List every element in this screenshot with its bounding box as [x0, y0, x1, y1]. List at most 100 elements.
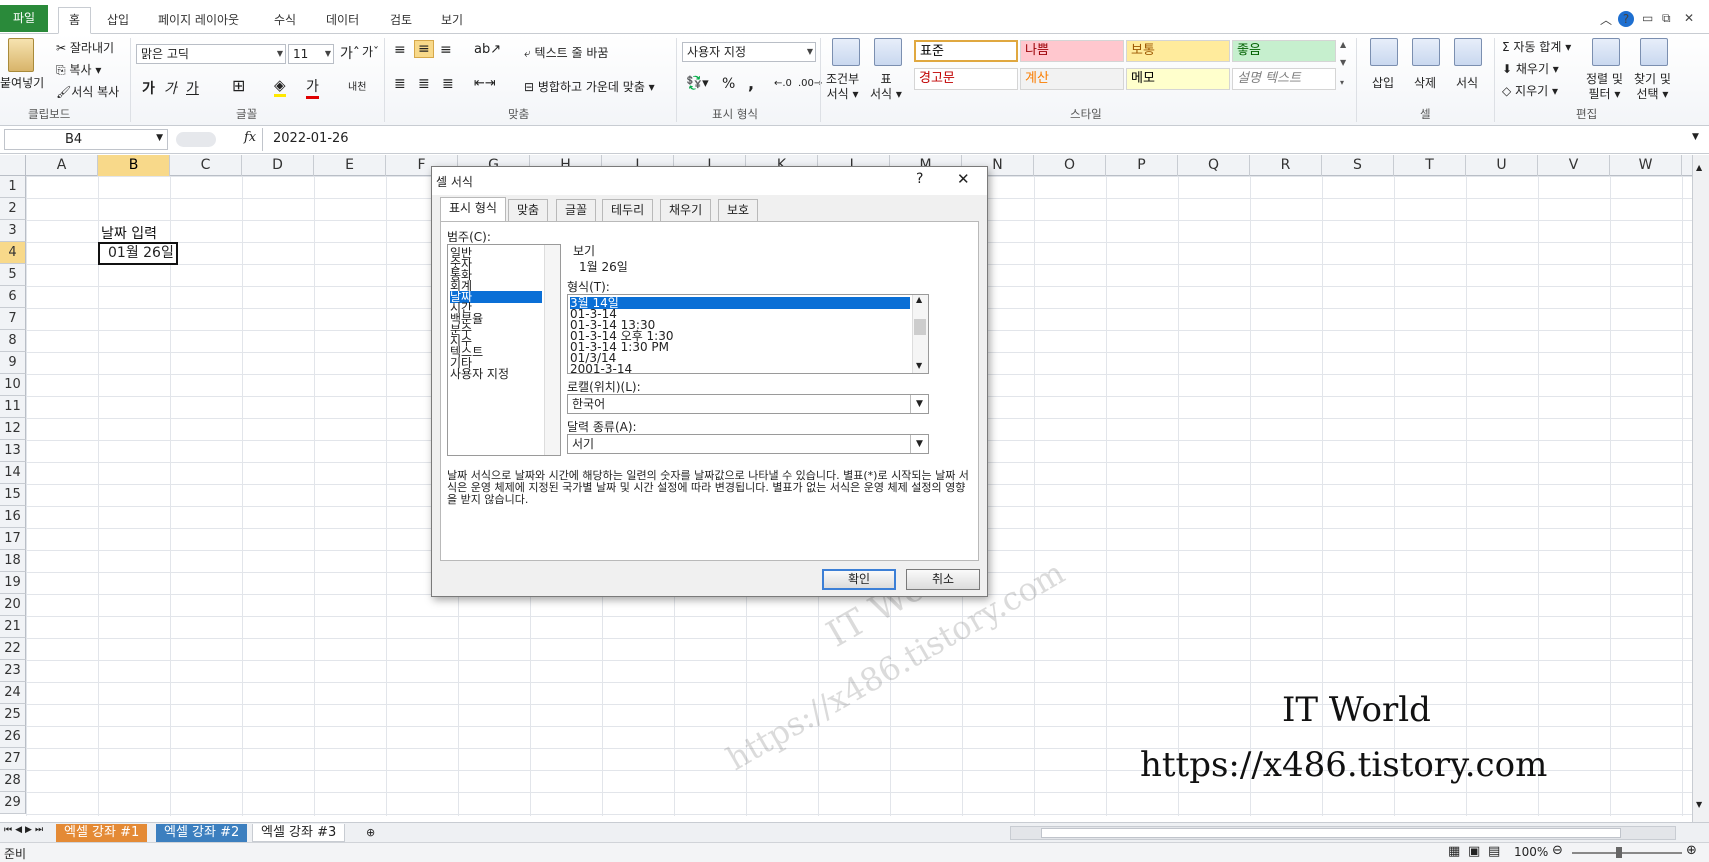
sort-filter-icon[interactable] — [1592, 38, 1620, 66]
select-all-corner[interactable] — [0, 155, 26, 176]
tab-file[interactable]: 파일 — [0, 5, 48, 32]
formula-input[interactable]: 2022-01-26 — [262, 128, 1690, 151]
row-header-29[interactable]: 29 — [0, 792, 26, 814]
ribbon-minimize-icon[interactable]: ︿ — [1600, 11, 1612, 28]
autosum-button[interactable]: Σ 자동 합계 ▾ — [1502, 38, 1571, 55]
indent-icon[interactable]: ⇤⇥ — [474, 76, 496, 91]
row-header-17[interactable]: 17 — [0, 528, 26, 550]
wrap-text-button[interactable]: ⤶ 텍스트 줄 바꿈 — [524, 44, 608, 61]
row-header-2[interactable]: 2 — [0, 198, 26, 220]
format-painter-button[interactable]: 🖌서식 복사 — [56, 83, 119, 100]
zoom-slider-thumb[interactable] — [1616, 847, 1622, 858]
sort-filter-button[interactable]: 정렬 및 필터 ▾ — [1586, 72, 1623, 102]
italic-button[interactable]: 가 — [164, 78, 177, 98]
dialog-tab-protection[interactable]: 보호 — [718, 199, 759, 221]
phonetic-icon[interactable]: 내천 — [348, 78, 366, 93]
comma-button[interactable]: , — [748, 74, 754, 93]
column-header-s[interactable]: S — [1322, 155, 1394, 176]
calendar-combo[interactable]: 서기 ▼ — [567, 434, 929, 454]
grow-font-icon[interactable]: 가ˆ — [340, 43, 360, 63]
gallery-up-icon[interactable]: ▲ — [1340, 40, 1346, 49]
row-header-13[interactable]: 13 — [0, 440, 26, 462]
gallery-down-icon[interactable]: ▼ — [1340, 58, 1346, 67]
help-icon[interactable]: ? — [1618, 11, 1634, 27]
delete-cells-icon[interactable] — [1412, 38, 1440, 66]
row-header-18[interactable]: 18 — [0, 550, 26, 572]
type-scroll-thumb[interactable] — [914, 319, 926, 335]
dialog-tab-fill[interactable]: 채우기 — [660, 199, 712, 221]
sheet-nav-icon[interactable]: ⏮◀▶⏭ — [4, 825, 46, 835]
font-size-combo[interactable]: 11 ▼ — [288, 44, 334, 64]
cell-style-6[interactable]: 메모 — [1126, 68, 1230, 90]
tab-home[interactable]: 홈 — [58, 7, 92, 34]
dialog-help-icon[interactable]: ? — [916, 171, 923, 187]
zoom-out-icon[interactable]: ⊖ — [1552, 843, 1563, 858]
cell-style-7[interactable]: 설명 텍스트 — [1232, 68, 1336, 90]
dialog-tab-number[interactable]: 표시 형식 — [440, 197, 506, 222]
row-header-16[interactable]: 16 — [0, 506, 26, 528]
insert-cells-icon[interactable] — [1370, 38, 1398, 66]
horizontal-scroll-thumb[interactable] — [1041, 828, 1621, 838]
cell-b4-selected[interactable]: 01월 26일 — [98, 242, 178, 265]
font-name-combo[interactable]: 맑은 고딕 ▼ — [136, 44, 286, 64]
cut-button[interactable]: ✂ 잘라내기 — [56, 39, 114, 56]
sheet-tab-3-active[interactable]: 엑셀 강좌 #3 — [252, 824, 346, 842]
increase-decimal-icon[interactable]: ←.0 — [774, 78, 792, 89]
scroll-down-icon[interactable]: ▼ — [1696, 800, 1702, 809]
row-header-7[interactable]: 7 — [0, 308, 26, 330]
dialog-close-icon[interactable]: ✕ — [957, 170, 970, 188]
currency-icon[interactable]: 💱▾ — [686, 76, 709, 91]
horizontal-scrollbar[interactable] — [1010, 826, 1676, 840]
row-header-19[interactable]: 19 — [0, 572, 26, 594]
find-select-icon[interactable] — [1640, 38, 1668, 66]
category-listbox[interactable]: 일반 숫자 통화 회계 날짜 시간 백분율 분수 지수 텍스트 기타 사용자 지정 — [447, 244, 561, 456]
column-header-e[interactable]: E — [314, 155, 386, 176]
fill-button[interactable]: ⬇ 채우기 ▾ — [1502, 60, 1559, 77]
column-header-q[interactable]: Q — [1178, 155, 1250, 176]
window-minimize-icon[interactable]: ▭ — [1642, 11, 1653, 25]
type-scrollbar[interactable]: ▲ ▼ — [912, 295, 928, 373]
border-icon[interactable]: ⊞ — [232, 76, 245, 95]
zoom-level[interactable]: 100% — [1514, 845, 1548, 859]
column-header-w[interactable]: W — [1610, 155, 1682, 176]
row-header-5[interactable]: 5 — [0, 264, 26, 286]
column-header-v[interactable]: V — [1538, 155, 1610, 176]
column-header-c[interactable]: C — [170, 155, 242, 176]
number-format-combo[interactable]: 사용자 지정 ▼ — [682, 42, 816, 62]
formula-bar-expander[interactable] — [176, 132, 216, 147]
tab-formulas[interactable]: 수식 — [264, 8, 306, 34]
insert-cells-button[interactable]: 삽입 — [1372, 74, 1394, 91]
row-header-6[interactable]: 6 — [0, 286, 26, 308]
column-header-t[interactable]: T — [1394, 155, 1466, 176]
scroll-up-icon[interactable]: ▲ — [1696, 163, 1702, 172]
align-left-icon[interactable]: ≣ — [394, 76, 406, 92]
sheet-tab-2[interactable]: 엑셀 강좌 #2 — [156, 824, 248, 842]
table-format-icon[interactable] — [874, 38, 902, 66]
conditional-format-icon[interactable] — [832, 38, 860, 66]
row-header-1[interactable]: 1 — [0, 176, 26, 198]
column-header-p[interactable]: P — [1106, 155, 1178, 176]
insert-function-icon[interactable]: fx — [244, 130, 256, 145]
page-layout-view-icon[interactable]: ▣ — [1468, 844, 1480, 859]
cell-b3[interactable]: 날짜 입력 — [101, 223, 157, 243]
column-header-b[interactable]: B — [98, 155, 170, 176]
format-cells-icon[interactable] — [1454, 38, 1482, 66]
dialog-tab-font[interactable]: 글꼴 — [556, 199, 597, 221]
align-right-icon[interactable]: ≣ — [442, 76, 454, 92]
new-sheet-icon[interactable]: ⊕ — [358, 824, 383, 842]
row-header-21[interactable]: 21 — [0, 616, 26, 638]
decrease-decimal-icon[interactable]: .00→ — [798, 78, 822, 89]
column-header-u[interactable]: U — [1466, 155, 1538, 176]
row-header-8[interactable]: 8 — [0, 330, 26, 352]
category-item[interactable]: 사용자 지정 — [450, 368, 509, 380]
row-header-15[interactable]: 15 — [0, 484, 26, 506]
align-middle-icon[interactable]: ≡ — [414, 40, 434, 58]
cell-style-4[interactable]: 경고문 — [914, 68, 1018, 90]
locale-combo[interactable]: 한국어 ▼ — [567, 394, 929, 414]
merge-center-button[interactable]: ⊟ 병합하고 가운데 맞춤 ▾ — [524, 78, 655, 95]
table-format-button[interactable]: 표 서식 ▾ — [870, 72, 902, 102]
tab-review[interactable]: 검토 — [380, 8, 422, 34]
row-header-24[interactable]: 24 — [0, 682, 26, 704]
paste-button[interactable]: 붙여넣기 — [0, 74, 44, 91]
tab-page-layout[interactable]: 페이지 레이아웃 — [148, 8, 249, 34]
